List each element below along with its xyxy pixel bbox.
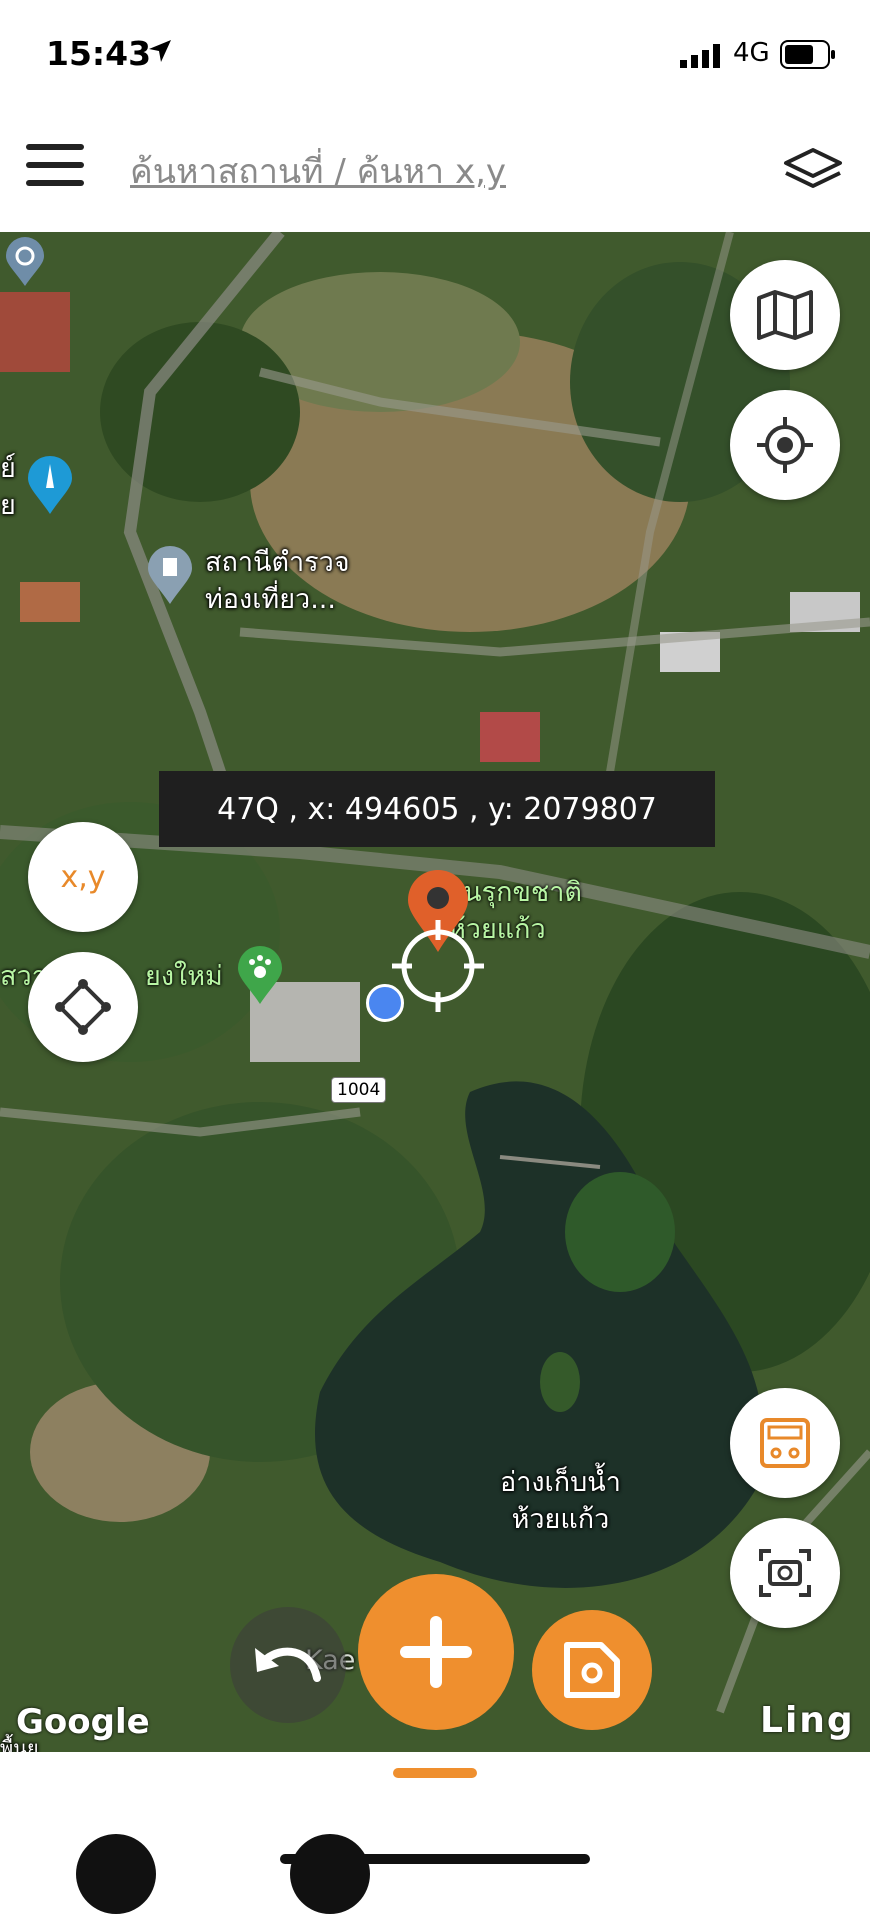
ruler-tool-button[interactable] [76,1834,156,1914]
save-icon [564,1642,620,1698]
police-label-text: สถานีตำรวจ ท่องเที่ยว... [205,547,350,615]
camera-icon [759,1549,811,1597]
add-button[interactable] [358,1574,514,1730]
target-icon [757,417,813,473]
map-icon [757,290,813,340]
status-bar: 15:43 4G [0,0,870,110]
monument-marker-icon[interactable] [26,454,74,516]
sheet-handle[interactable] [393,1768,477,1778]
screenshot-button[interactable] [730,1518,840,1628]
menu-line [26,144,84,150]
signal-icon [680,44,720,68]
search-input[interactable]: ค้นหาสถานที่ / ค้นหา x,y [130,144,506,198]
zoo-marker-icon[interactable] [236,944,284,1006]
plus-icon [400,1616,472,1688]
calculator-button[interactable] [730,1388,840,1498]
current-location-dot [366,984,404,1022]
menu-line [26,162,84,168]
search-bar: ค้นหาสถานที่ / ค้นหา x,y [0,110,870,232]
bottom-sheet[interactable] [0,1752,870,1914]
zoo-label-right: ยงใหม่ [145,961,223,992]
polygon-tool-button[interactable] [28,952,138,1062]
ling-brand: Ling [760,1700,855,1741]
status-time: 15:43 [46,34,152,73]
police-station-label: สถานีตำรวจ ท่องเที่ยว... [205,544,350,618]
xy-input-button[interactable]: x,y [28,822,138,932]
temple-marker-icon[interactable] [4,236,46,288]
polygon-icon [55,979,111,1035]
network-type: 4G [733,38,770,68]
calculator-icon [760,1418,810,1468]
battery-icon [780,40,835,69]
undo-button[interactable] [230,1607,346,1723]
save-button[interactable] [532,1610,652,1730]
layer-tool-button[interactable] [290,1834,370,1914]
crosshair-icon [392,920,484,1012]
undo-icon [255,1647,321,1682]
home-indicator [280,1854,590,1864]
google-attribution: Google [16,1702,150,1742]
police-marker-icon[interactable] [146,544,194,606]
map-type-button[interactable] [730,260,840,370]
coordinate-readout: 47Q , x: 494605 , y: 2079807 [159,771,715,847]
left-edge-label: ย์ ย [0,450,16,524]
route-shield: 1004 [331,1077,387,1103]
menu-button[interactable] [26,144,84,192]
left-edge-text: ย์ ย [0,453,16,521]
location-arrow-icon [149,40,171,62]
locate-button[interactable] [730,390,840,500]
layers-icon[interactable] [782,146,844,198]
xy-button-label: x,y [60,859,106,895]
menu-line [26,180,84,186]
reservoir-label: อ่างเก็บน้ำ ห้วยแก้ว [500,1467,621,1535]
